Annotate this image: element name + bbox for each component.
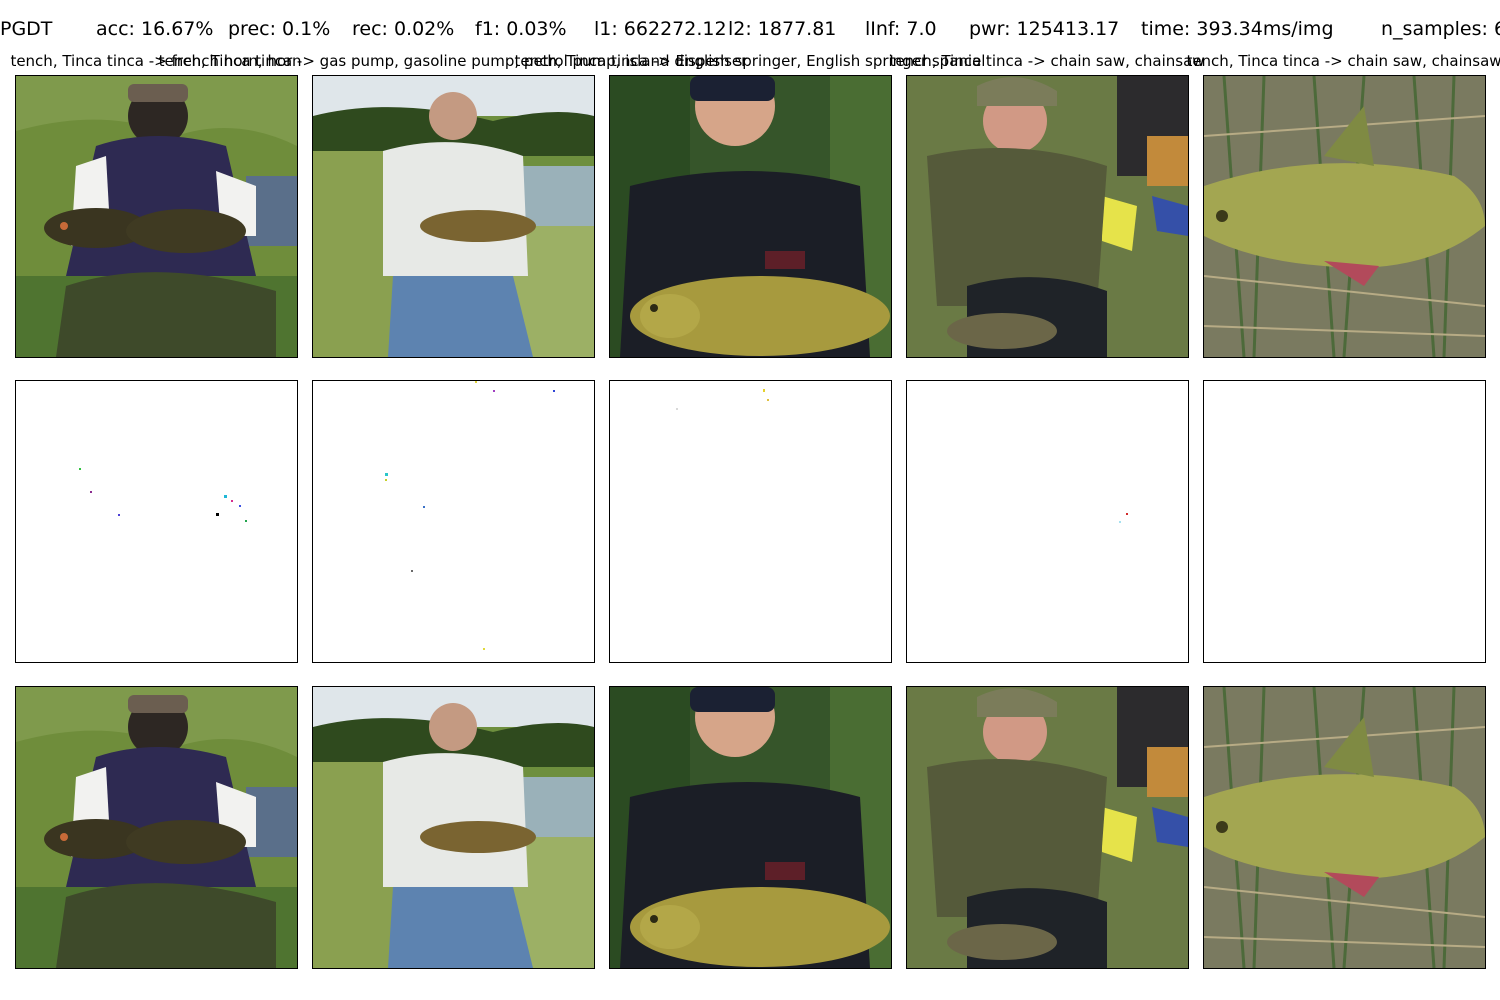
f1-metric: f1: 0.03% <box>475 18 567 40</box>
original-image-4 <box>906 75 1189 358</box>
original-image-1 <box>15 75 298 358</box>
tile-label-4: tench, Tinca tinca -> chain saw, chainsa… <box>889 52 1205 70</box>
adversarial-image-2 <box>312 686 595 969</box>
perturbation-map-2 <box>312 380 595 663</box>
original-image-5 <box>1203 75 1486 358</box>
original-image-3 <box>609 75 892 358</box>
perturbation-map-3 <box>609 380 892 663</box>
tile-label-5: tench, Tinca tinca -> chain saw, chainsa… <box>1186 52 1500 70</box>
perturbation-map-1 <box>15 380 298 663</box>
perturbation-map-4 <box>906 380 1189 663</box>
original-image-2 <box>312 75 595 358</box>
perturbation-map-5 <box>1203 380 1486 663</box>
time-metric: time: 393.34ms/img <box>1141 18 1334 40</box>
adversarial-image-4 <box>906 686 1189 969</box>
attack-name: PGDT <box>0 18 53 40</box>
metrics-bar: PGDT acc: 16.67% prec: 0.1% rec: 0.02% f… <box>0 14 1500 44</box>
linf-metric: lInf: 7.0 <box>865 18 937 40</box>
l1-metric: l1: 662272.12 <box>594 18 727 40</box>
adversarial-image-1 <box>15 686 298 969</box>
l2-metric: l2: 1877.81 <box>728 18 837 40</box>
samples-metric: n_samples: 6 <box>1381 18 1500 40</box>
power-metric: pwr: 125413.17 <box>969 18 1120 40</box>
tile-labels-bar: tench, Tinca tinca -> french horn, horn … <box>0 50 1500 72</box>
recall-metric: rec: 0.02% <box>352 18 455 40</box>
adversarial-image-3 <box>609 686 892 969</box>
precision-metric: prec: 0.1% <box>228 18 331 40</box>
accuracy-metric: acc: 16.67% <box>96 18 214 40</box>
adversarial-image-5 <box>1203 686 1486 969</box>
